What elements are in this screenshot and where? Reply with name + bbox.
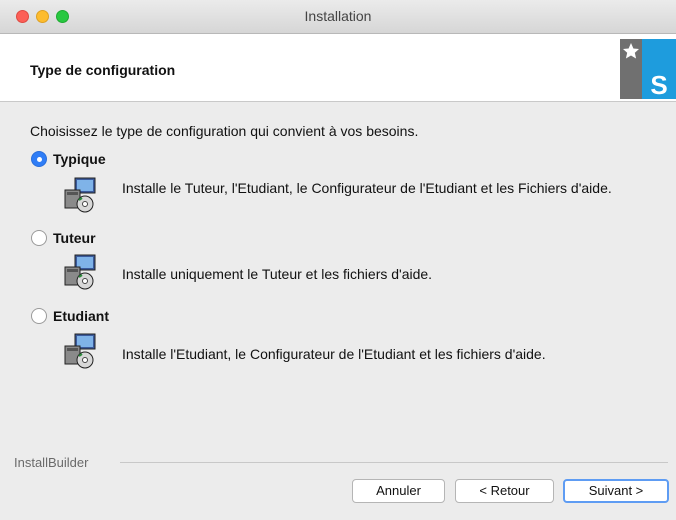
- installbuilder-brand-label: InstallBuilder: [14, 455, 89, 470]
- option-tuteur[interactable]: Tuteur: [31, 230, 96, 246]
- radio-tuteur[interactable]: [31, 230, 47, 246]
- page-header: Type de configuration S: [0, 34, 676, 102]
- installer-package-icon: [64, 333, 96, 369]
- app-logo-icon: S: [620, 39, 676, 99]
- radio-etudiant[interactable]: [31, 308, 47, 324]
- option-label: Etudiant: [53, 308, 109, 324]
- intro-text: Choisissez le type de configuration qui …: [30, 123, 419, 139]
- option-label: Typique: [53, 151, 106, 167]
- installer-package-icon: [64, 177, 96, 213]
- radio-typique[interactable]: [31, 151, 47, 167]
- footer-divider: [120, 462, 668, 463]
- next-button[interactable]: Suivant >: [563, 479, 669, 503]
- cancel-button[interactable]: Annuler: [352, 479, 445, 503]
- svg-text:S: S: [650, 70, 667, 99]
- page-title: Type de configuration: [30, 62, 176, 78]
- option-typique[interactable]: Typique: [31, 151, 106, 167]
- option-etudiant[interactable]: Etudiant: [31, 308, 109, 324]
- option-description: Installe le Tuteur, l'Etudiant, le Confi…: [122, 180, 612, 196]
- option-description: Installe uniquement le Tuteur et les fic…: [122, 266, 433, 282]
- option-label: Tuteur: [53, 230, 96, 246]
- installer-package-icon: [64, 254, 96, 290]
- installer-window: Installation Type de configuration S Cho…: [0, 0, 676, 520]
- title-bar[interactable]: Installation: [0, 0, 676, 34]
- back-button[interactable]: < Retour: [455, 479, 554, 503]
- window-title: Installation: [304, 8, 372, 24]
- option-description: Installe l'Etudiant, le Configurateur de…: [122, 346, 546, 362]
